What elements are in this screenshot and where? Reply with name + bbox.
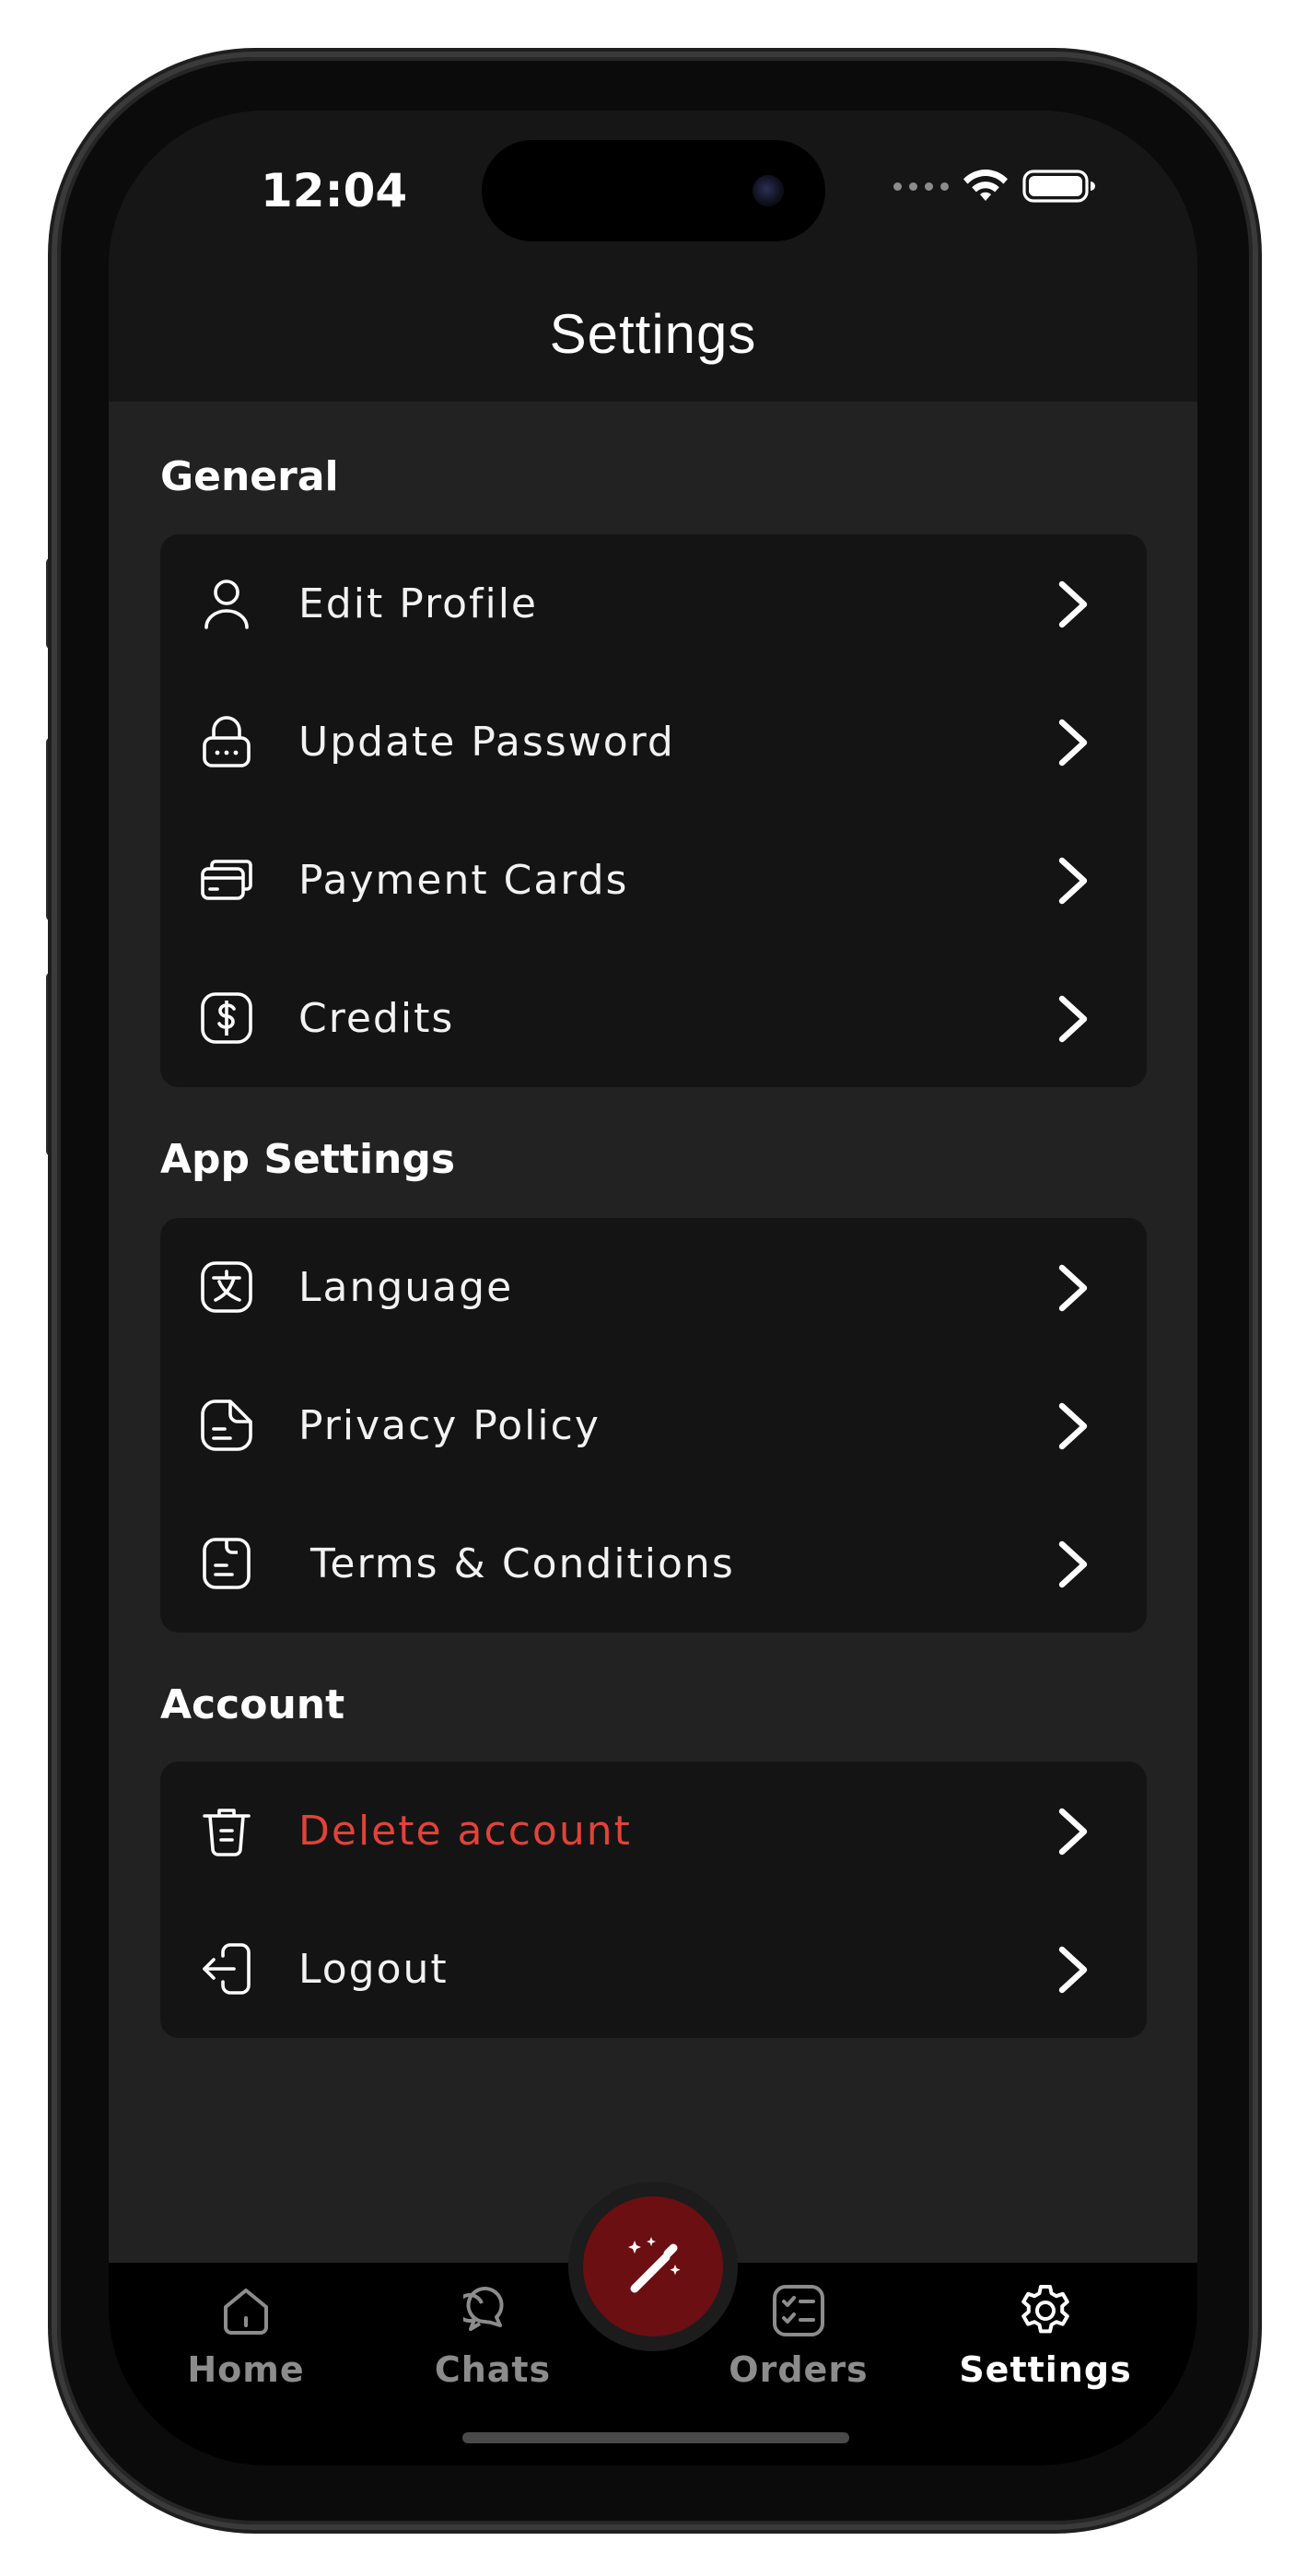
section-title-general: General [160,453,339,500]
credits-label: Credits [298,994,455,1042]
action-button [46,557,57,650]
user-icon [204,580,249,629]
chevron-right-icon [1058,1540,1088,1588]
dollar-icon [201,992,252,1044]
nav-chats-label: Chats [434,2349,552,2390]
chevron-right-icon [1058,995,1088,1043]
battery-icon [1022,170,1095,203]
page-title: Settings [549,303,757,365]
dynamic-island [482,140,825,241]
chevron-right-icon [1058,719,1088,767]
nav-orders-label: Orders [729,2349,869,2390]
chat-bubbles-icon [463,2287,504,2331]
general-card: Edit Profile Update Password Payment Car… [160,534,1147,1087]
nav-chats[interactable]: Chats [391,2281,594,2390]
signal-icon [893,181,949,191]
update-password-label: Update Password [298,718,675,766]
chevron-right-icon [1058,857,1088,905]
status-time: 12:04 [261,164,408,217]
status-icons [893,168,1096,205]
terms-conditions-label: Terms & Conditions [310,1540,735,1587]
nav-settings-label: Settings [959,2349,1132,2390]
update-password-row[interactable]: Update Password [160,673,1147,811]
payment-cards-row[interactable]: Payment Cards [160,811,1147,949]
magic-wand-icon [628,2237,681,2293]
chevron-right-icon [1058,1808,1088,1856]
nav-home[interactable]: Home [145,2281,347,2390]
nav-orders[interactable]: Orders [697,2281,900,2390]
volume-up-button [46,737,57,921]
gear-icon [1021,2285,1069,2334]
file-text-icon [203,1538,251,1589]
volume-down-button [46,972,57,1156]
privacy-policy-label: Privacy Policy [298,1401,601,1449]
nav-settings[interactable]: Settings [944,2281,1147,2390]
terms-conditions-row[interactable]: Terms & Conditions [160,1494,1147,1633]
lock-icon [203,716,251,767]
edit-profile-label: Edit Profile [298,580,539,627]
checklist-icon [773,2285,824,2336]
section-title-account: Account [160,1681,345,1728]
logout-row[interactable]: Logout [160,1900,1147,2038]
camera-icon [753,175,784,206]
chevron-right-icon [1058,1946,1088,1994]
top-bar: 12:04 Settings [109,111,1197,402]
document-icon [201,1399,252,1451]
delete-account-row[interactable]: Delete account [160,1762,1147,1900]
wifi-icon [963,170,1008,201]
trash-icon [203,1809,251,1856]
account-card: Delete account Logout [160,1762,1147,2038]
home-icon [224,2289,268,2335]
app-screen: 12:04 Settings General Edit Profile Upda… [109,111,1197,2465]
language-label: Language [298,1263,514,1311]
logout-label: Logout [298,1945,449,1993]
language-row[interactable]: Language [160,1218,1147,1356]
logout-icon [203,1943,251,1995]
credits-row[interactable]: Credits [160,949,1147,1087]
section-title-app-settings: App Settings [160,1136,456,1183]
payment-cards-label: Payment Cards [298,856,629,904]
delete-account-label: Delete account [298,1807,632,1855]
chevron-right-icon [1058,1402,1088,1450]
app-settings-card: Language Privacy Policy Terms & Conditio… [160,1218,1147,1633]
translate-icon [201,1261,252,1313]
edit-profile-row[interactable]: Edit Profile [160,534,1147,673]
nav-home-label: Home [187,2349,305,2390]
privacy-policy-row[interactable]: Privacy Policy [160,1356,1147,1494]
chevron-right-icon [1058,1264,1088,1312]
home-indicator[interactable] [462,2432,849,2443]
chevron-right-icon [1058,580,1088,628]
cards-icon [201,860,252,900]
